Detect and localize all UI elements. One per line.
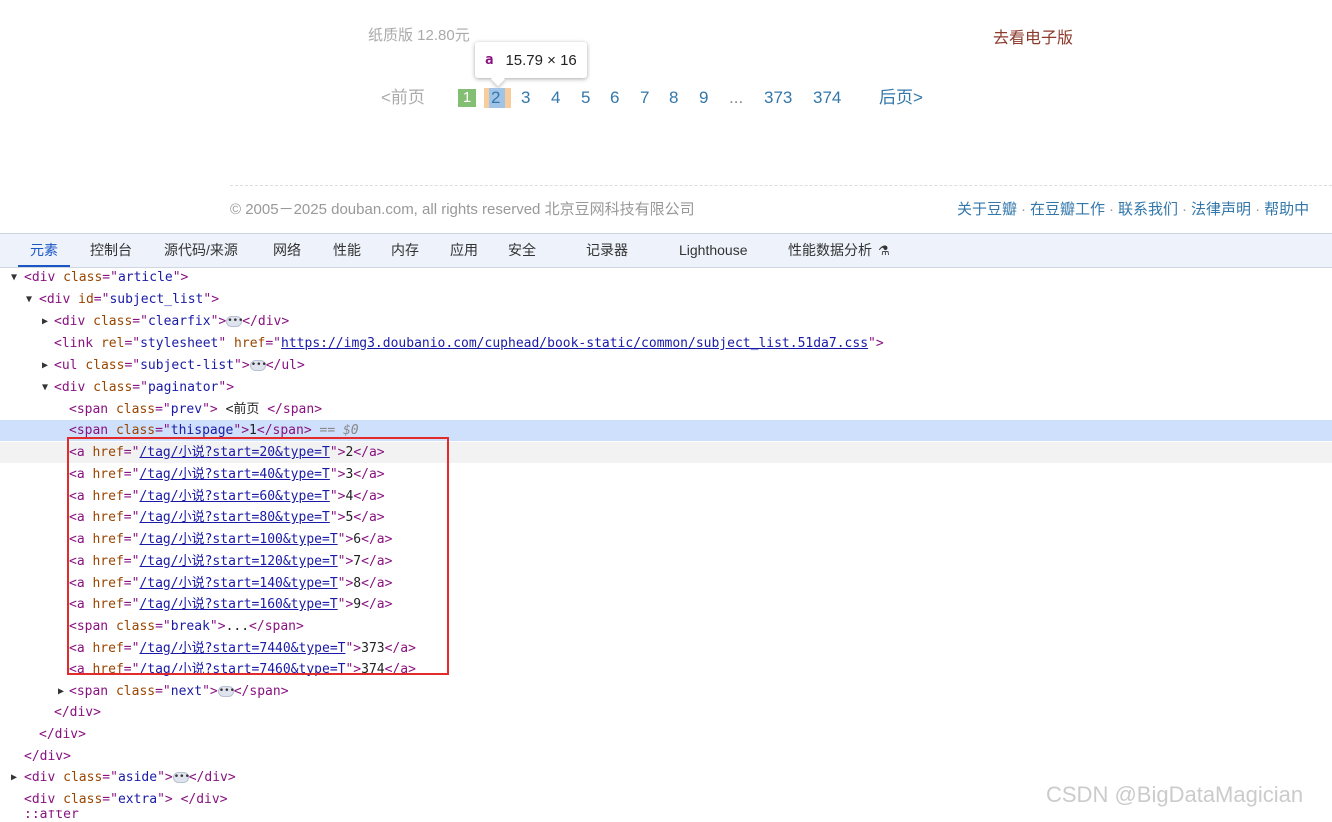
- tab-memory[interactable]: 内存: [391, 234, 419, 267]
- tab-security[interactable]: 安全: [508, 234, 536, 267]
- dom-node-anchor[interactable]: <a href="/tag/小说?start=140&type=T">8</a>: [0, 573, 1332, 594]
- pager-page[interactable]: 9: [699, 87, 708, 109]
- pager-page[interactable]: 373: [764, 87, 792, 109]
- anchor-href-link[interactable]: /tag/小说?start=140&type=T: [139, 576, 337, 591]
- devtools-tabbar: 元素 控制台 源代码/来源 网络 性能 内存 应用 安全 记录器 Lightho…: [0, 233, 1332, 268]
- anchor-href-link[interactable]: /tag/小说?start=40&type=T: [139, 467, 329, 482]
- tooltip-caret: [490, 71, 506, 87]
- dom-node-article[interactable]: ▼ <div class="article">: [0, 267, 1332, 288]
- pager-current: 1: [458, 89, 476, 107]
- anchor-href-link[interactable]: /tag/小说?start=7440&type=T: [139, 641, 345, 656]
- pager-next[interactable]: 后页>: [879, 87, 923, 109]
- dom-node-anchor[interactable]: <a href="/tag/小说?start=100&type=T">6</a>: [0, 529, 1332, 550]
- dom-node-paginator[interactable]: ▼ <div class="paginator">: [0, 377, 1332, 398]
- footer-divider: [230, 185, 1332, 186]
- pager-page[interactable]: 4: [551, 87, 560, 109]
- footer-copyright: © 2005－2025 douban.com, all rights reser…: [230, 201, 695, 218]
- expanded-triangle-icon[interactable]: ▼: [42, 377, 52, 398]
- dom-node-anchor[interactable]: <a href="/tag/小说?start=160&type=T">9</a>: [0, 594, 1332, 615]
- footer-link-legal[interactable]: 法律声明: [1191, 201, 1251, 218]
- dom-node-close: </div>: [24, 749, 71, 764]
- dom-node-anchor[interactable]: <a href="/tag/小说?start=7440&type=T">373<…: [0, 638, 1332, 659]
- pager-page[interactable]: 374: [813, 87, 841, 109]
- pager-break: ...: [729, 88, 744, 107]
- ellipsis-icon[interactable]: •••: [226, 316, 243, 327]
- dom-node-anchor[interactable]: <a href="/tag/小说?start=20&type=T">2</a>: [0, 442, 1332, 463]
- pager-page[interactable]: 6: [610, 87, 619, 109]
- anchor-href-link[interactable]: /tag/小说?start=20&type=T: [139, 445, 329, 460]
- dom-node-anchor[interactable]: <a href="/tag/小说?start=120&type=T">7</a>: [0, 551, 1332, 572]
- dom-node-clearfix[interactable]: ▶ <div class="clearfix">•••</div>: [0, 311, 1332, 332]
- collapsed-triangle-icon[interactable]: ▶: [42, 355, 52, 376]
- dom-node-thispage[interactable]: <span class="thispage">1</span> == $0: [0, 420, 1332, 441]
- pager-page[interactable]: 5: [581, 87, 590, 109]
- tab-recorder[interactable]: 记录器: [586, 234, 628, 267]
- dom-node-break[interactable]: <span class="break">...</span>: [0, 616, 1332, 637]
- dom-node-close: </div>: [54, 705, 101, 720]
- watermark: CSDN @BigDataMagician: [1046, 782, 1304, 807]
- ellipsis-icon[interactable]: •••: [172, 772, 190, 783]
- tab-network[interactable]: 网络: [273, 234, 301, 267]
- tab-console[interactable]: 控制台: [90, 234, 132, 267]
- paginator: <前页 1 2 3 4 5 6 7 8 9 ... 373 374 后页>: [0, 87, 1332, 109]
- webpage-viewport: 纸质版 12.80元 去看电子版 a 15.79 × 16 <前页 1 2 3 …: [0, 0, 1332, 233]
- dom-node-close: </div>: [39, 727, 86, 742]
- anchor-href-link[interactable]: /tag/小说?start=7460&type=T: [139, 662, 345, 677]
- pager-page[interactable]: 8: [669, 87, 678, 109]
- anchor-href-link[interactable]: /tag/小说?start=120&type=T: [139, 554, 337, 569]
- dom-node-anchor[interactable]: <a href="/tag/小说?start=40&type=T">3</a>: [0, 464, 1332, 485]
- dom-node-ul[interactable]: ▶ <ul class="subject-list">•••</ul>: [0, 355, 1332, 376]
- dom-node-prev[interactable]: <span class="prev"> <前页 </span>: [0, 399, 1332, 420]
- pager-page[interactable]: 2: [491, 87, 500, 109]
- expanded-triangle-icon[interactable]: ▼: [26, 289, 36, 310]
- tab-performance-insights-label: 性能数据分析: [788, 242, 872, 258]
- collapsed-triangle-icon[interactable]: ▶: [42, 311, 52, 332]
- pager-page[interactable]: 7: [640, 87, 649, 109]
- collapsed-triangle-icon[interactable]: ▶: [58, 681, 68, 702]
- tab-performance-insights[interactable]: 性能数据分析 ⚗: [788, 234, 890, 267]
- tab-sources[interactable]: 源代码/来源: [164, 234, 238, 267]
- dom-node-next[interactable]: ▶ <span class="next">•••</span>: [0, 681, 1332, 702]
- ebook-link[interactable]: 去看电子版: [993, 24, 1073, 48]
- expanded-triangle-icon[interactable]: ▼: [11, 267, 21, 288]
- pager-page[interactable]: 3: [521, 87, 530, 109]
- dom-node-anchor[interactable]: <a href="/tag/小说?start=7460&type=T">374<…: [0, 659, 1332, 680]
- tab-lighthouse[interactable]: Lighthouse: [679, 234, 748, 267]
- footer-links: 关于豆瓣 · 在豆瓣工作 · 联系我们 · 法律声明 · 帮助中: [957, 201, 1310, 218]
- pager-prev: <前页: [381, 88, 425, 107]
- dom-node-after[interactable]: ::after: [0, 810, 1332, 822]
- dom-node-link[interactable]: <link rel="stylesheet" href="https://img…: [0, 333, 1332, 354]
- footer-link-jobs[interactable]: 在豆瓣工作: [1030, 201, 1105, 218]
- footer-link-help[interactable]: 帮助中: [1264, 201, 1309, 218]
- tab-application[interactable]: 应用: [450, 234, 478, 267]
- anchor-href-link[interactable]: /tag/小说?start=160&type=T: [139, 597, 337, 612]
- inspect-tooltip: a 15.79 × 16: [475, 42, 587, 87]
- dom-node-subject-list[interactable]: ▼ <div id="subject_list">: [0, 289, 1332, 310]
- paper-price: 纸质版 12.80元: [368, 27, 470, 44]
- footer-link-contact[interactable]: 联系我们: [1118, 201, 1178, 218]
- tooltip-size: 15.79 × 16: [505, 51, 577, 69]
- dom-node-anchor[interactable]: <a href="/tag/小说?start=80&type=T">5</a>: [0, 507, 1332, 528]
- tab-performance[interactable]: 性能: [333, 234, 361, 267]
- ellipsis-icon[interactable]: •••: [217, 686, 235, 697]
- footer-link-about[interactable]: 关于豆瓣: [957, 201, 1017, 218]
- anchor-href-link[interactable]: /tag/小说?start=100&type=T: [139, 532, 337, 547]
- flask-icon: ⚗: [878, 243, 890, 258]
- ellipsis-icon[interactable]: •••: [249, 360, 267, 371]
- anchor-href-link[interactable]: /tag/小说?start=60&type=T: [139, 489, 329, 504]
- stylesheet-href-link[interactable]: https://img3.doubanio.com/cuphead/book-s…: [281, 336, 868, 351]
- collapsed-triangle-icon[interactable]: ▶: [11, 767, 21, 788]
- anchor-href-link[interactable]: /tag/小说?start=80&type=T: [139, 510, 329, 525]
- tooltip-tag: a: [485, 52, 494, 68]
- tab-elements[interactable]: 元素: [18, 234, 70, 267]
- dom-node-anchor[interactable]: <a href="/tag/小说?start=60&type=T">4</a>: [0, 486, 1332, 507]
